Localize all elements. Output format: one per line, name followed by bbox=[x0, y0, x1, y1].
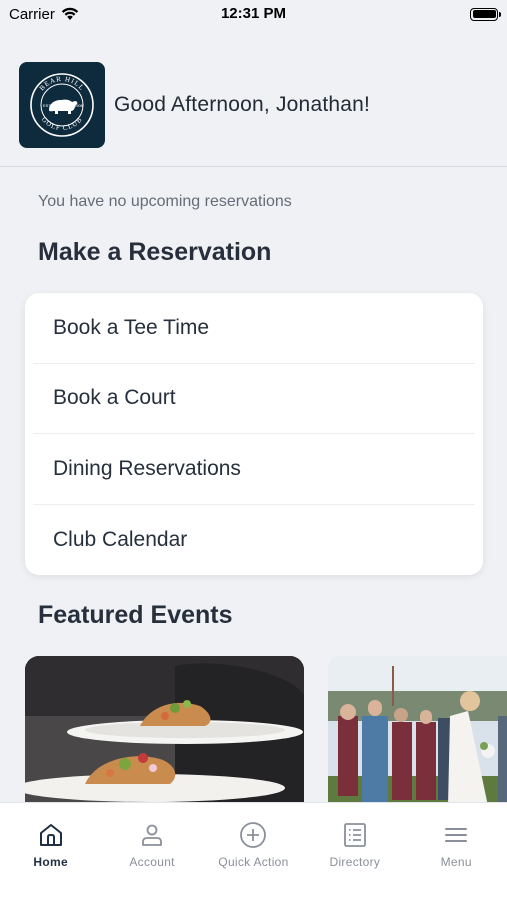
svg-text:GOLF CLUB: GOLF CLUB bbox=[40, 115, 84, 132]
account-icon bbox=[142, 824, 162, 846]
tab-account-label: Account bbox=[129, 855, 175, 869]
logo-year: 1906 bbox=[74, 103, 84, 108]
bear-hill-logo: BEAR HILL GOLF CLUB EST. 1906 bbox=[30, 73, 94, 137]
battery-icon bbox=[470, 7, 501, 21]
hamburger-icon bbox=[445, 828, 468, 842]
featured-events-title: Featured Events bbox=[38, 601, 233, 629]
book-tee-time-item[interactable]: Book a Tee Time bbox=[33, 293, 475, 364]
wedding-event-image bbox=[328, 656, 507, 816]
tab-home[interactable]: Home bbox=[1, 821, 101, 900]
header-divider bbox=[0, 166, 507, 167]
club-calendar-item[interactable]: Club Calendar bbox=[33, 505, 475, 576]
featured-event-dining-card[interactable] bbox=[25, 656, 304, 816]
tab-home-label: Home bbox=[33, 855, 68, 869]
tab-directory-label: Directory bbox=[329, 855, 381, 869]
home-icon bbox=[39, 824, 62, 846]
tab-bar: Home Account Quick Action Directory Menu bbox=[0, 802, 507, 900]
dining-event-image bbox=[25, 656, 304, 816]
tab-quick-action-label: Quick Action bbox=[218, 855, 289, 869]
tab-account[interactable]: Account bbox=[102, 821, 202, 900]
plus-circle-icon bbox=[240, 822, 267, 848]
no-reservations-message: You have no upcoming reservations bbox=[38, 193, 292, 210]
directory-icon bbox=[343, 823, 366, 847]
tab-menu-label: Menu bbox=[440, 855, 472, 869]
header: BEAR HILL GOLF CLUB EST. 1906 Good After… bbox=[19, 62, 507, 148]
logo-text-bottom: GOLF CLUB bbox=[40, 115, 83, 132]
make-reservation-title: Make a Reservation bbox=[38, 238, 272, 266]
club-logo: BEAR HILL GOLF CLUB EST. 1906 bbox=[19, 62, 105, 148]
greeting-text: Good Afternoon, Jonathan! bbox=[114, 93, 371, 116]
tab-directory[interactable]: Directory bbox=[305, 821, 405, 900]
tab-menu[interactable]: Menu bbox=[406, 821, 506, 900]
dining-reservations-item[interactable]: Dining Reservations bbox=[33, 434, 475, 505]
tab-quick-action[interactable]: Quick Action bbox=[203, 821, 303, 900]
logo-est: EST. bbox=[43, 103, 51, 108]
status-time: 12:31 PM bbox=[220, 5, 287, 22]
status-bar: Carrier 12:31 PM bbox=[0, 0, 507, 28]
book-court-item[interactable]: Book a Court bbox=[33, 364, 475, 434]
reservation-options-card: Book a Tee Time Book a Court Dining Rese… bbox=[25, 293, 483, 575]
featured-event-wedding-card[interactable] bbox=[328, 656, 507, 816]
